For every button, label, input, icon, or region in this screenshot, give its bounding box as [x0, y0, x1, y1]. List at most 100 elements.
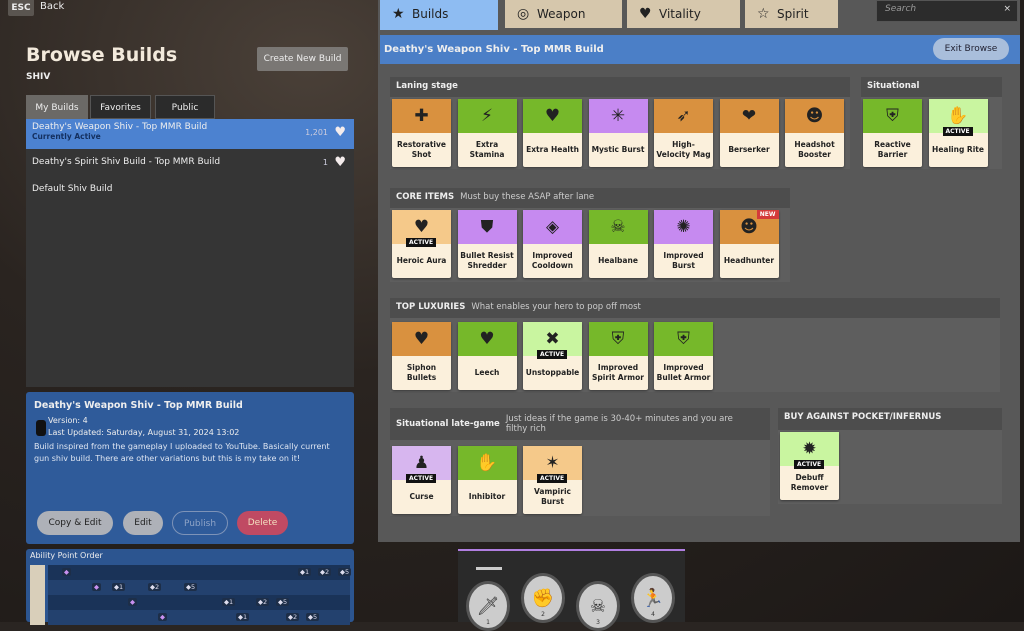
group-header: Situational — [861, 77, 1002, 97]
item-card[interactable]: ♟ ACTIVE Curse — [392, 446, 451, 514]
item-name: Unstoppable — [525, 368, 580, 377]
item-card[interactable]: ☠ Healbane — [588, 210, 648, 278]
item-name: Leech — [474, 368, 500, 377]
active-badge: ACTIVE — [406, 474, 437, 483]
spirit-icon: ☆ — [757, 6, 770, 22]
tab-label: Spirit — [777, 7, 809, 21]
ability-track: ◆ ◆1 ◆2 ◆5 — [48, 595, 350, 610]
exit-browse-button[interactable]: Exit Browse — [933, 38, 1009, 60]
build-item[interactable]: Deathy's Spirit Shiv Build - Top MMR Bui… — [26, 149, 354, 176]
copy-edit-button[interactable]: Copy & Edit — [37, 511, 113, 535]
active-badge: ACTIVE — [537, 474, 568, 483]
ability-track: ◆ ◆1 ◆2 ◆5 — [48, 580, 350, 595]
item-card[interactable]: ⛨ Reactive Barrier — [863, 99, 922, 167]
back-button[interactable]: Back — [40, 1, 64, 12]
item-name: Improved Cooldown — [531, 251, 574, 270]
tab-vitality[interactable]: ♥ Vitality — [627, 0, 740, 28]
ability-icon — [30, 565, 45, 580]
ability-point-marker: ◆2 — [286, 613, 300, 621]
item-card[interactable]: ✚ Restorative Shot — [392, 99, 451, 167]
build-item[interactable]: Default Shiv Build — [26, 176, 354, 203]
ability-point-marker: ◆1 — [298, 568, 312, 576]
ability-point-order: Ability Point Order ◆ ◆1 ◆2 ◆5 ◆ ◆1 ◆2 ◆5 ◆ ◆1 ◆2 ◆… — [26, 549, 354, 625]
ability-point-marker: ◆ — [158, 613, 167, 621]
active-badge: ACTIVE — [942, 127, 973, 136]
item-name: Extra Health — [526, 145, 579, 154]
group-header: Situational late-game Just ideas if the g… — [390, 408, 770, 440]
item-card[interactable]: ✹ ACTIVE Debuff Remover — [780, 432, 839, 500]
ability-level: 1 — [486, 619, 490, 626]
ability-point-marker: ◆ — [62, 568, 71, 576]
tab-favorites[interactable]: Favorites — [90, 95, 151, 119]
clear-search-icon[interactable]: × — [1003, 4, 1011, 14]
item-name: Improved Bullet Armor — [656, 363, 711, 382]
build-title: Deathy's Weapon Shiv - Top MMR Build — [380, 35, 1020, 64]
item-name: Extra Stamina — [469, 140, 505, 159]
item-card[interactable]: ♥ Siphon Bullets — [392, 322, 451, 390]
esc-key[interactable]: ESC — [8, 0, 34, 16]
search-input[interactable]: Search × — [876, 0, 1018, 22]
item-name: Inhibitor — [468, 492, 506, 501]
group-title: Situational late-game — [396, 419, 500, 429]
tab-label: Builds — [412, 7, 449, 21]
ability-row: ◆ ◆1 ◆2 ◆5 — [30, 595, 350, 610]
item-card[interactable]: ✖ ACTIVE Unstoppable — [523, 322, 582, 390]
item-card[interactable]: ✳ Mystic Burst — [588, 99, 648, 167]
tab-public[interactable]: Public — [155, 95, 215, 119]
item-card[interactable]: ♥ ACTIVE Heroic Aura — [392, 210, 451, 278]
tab-my-builds[interactable]: My Builds — [26, 95, 88, 119]
item-icon: ⛨ — [654, 322, 713, 356]
weapon-icon: ◎ — [517, 6, 530, 22]
ability-slot[interactable]: 🗡 1 — [466, 581, 510, 631]
publish-button[interactable]: Publish — [172, 511, 228, 535]
item-name: Reactive Barrier — [874, 140, 911, 159]
ability-slot[interactable]: 🏃 4 — [631, 573, 675, 623]
item-icon: ☻ — [785, 99, 844, 133]
heart-icon[interactable]: ♥ — [334, 125, 346, 140]
item-group: Laning stage ✚ Restorative Shot ⚡ Extra … — [390, 77, 850, 169]
build-name: Deathy's Spirit Shiv Build - Top MMR Bui… — [32, 157, 221, 167]
item-card[interactable]: ❤ Berserker — [719, 99, 779, 167]
item-icon: ✺ — [654, 210, 713, 244]
item-card[interactable]: ◈ Improved Cooldown — [523, 210, 582, 278]
item-card[interactable]: ✋ ACTIVE Healing Rite — [928, 99, 988, 167]
item-card[interactable]: ✺ Improved Burst — [654, 210, 713, 278]
ability-slot[interactable]: ✊ 2 — [521, 573, 565, 623]
heart-icon[interactable]: ♥ — [334, 155, 346, 170]
group-header: Laning stage — [390, 77, 850, 97]
item-card[interactable]: ✶ ACTIVE Vampiric Burst — [523, 446, 582, 514]
item-card[interactable]: ☻ Headshot Booster — [785, 99, 844, 167]
group-header: BUY AGAINST POCKET/INFERNUS — [778, 408, 1002, 430]
item-card[interactable]: ✋ Inhibitor — [457, 446, 517, 514]
item-card[interactable]: ⚡ Extra Stamina — [457, 99, 517, 167]
delete-button[interactable]: Delete — [237, 511, 288, 535]
group-title: BUY AGAINST POCKET/INFERNUS — [784, 412, 942, 422]
ability-icon — [30, 580, 45, 595]
build-item[interactable]: Deathy's Weapon Shiv - Top MMR Build Cur… — [26, 119, 354, 149]
ability-point-marker: ◆5 — [184, 583, 198, 591]
item-card[interactable]: ♥ Leech — [457, 322, 517, 390]
item-icon: ♥ — [457, 322, 517, 356]
tab-builds[interactable]: ★ Builds — [380, 0, 498, 30]
ability-slot[interactable]: ☠ 3 — [576, 581, 620, 631]
item-card[interactable]: ⛨ Improved Bullet Armor — [654, 322, 713, 390]
item-icon: ⛨ — [588, 322, 648, 356]
edit-button[interactable]: Edit — [123, 511, 163, 535]
item-card[interactable]: ⛨ Improved Spirit Armor — [588, 322, 648, 390]
item-card[interactable]: ⛊ Bullet Resist Shredder — [457, 210, 517, 278]
charge-indicator — [476, 567, 502, 570]
item-name: Curse — [409, 492, 434, 501]
ability-point-marker: ◆1 — [112, 583, 126, 591]
group-header: CORE ITEMS Must buy these ASAP after lane — [390, 188, 790, 208]
ability-point-marker: ◆5 — [338, 568, 352, 576]
item-name: Heroic Aura — [396, 256, 447, 265]
item-card[interactable]: ☻ NEW Headhunter — [719, 210, 779, 278]
tab-weapon[interactable]: ◎ Weapon — [505, 0, 622, 28]
item-card[interactable]: ➶ High-Velocity Mag — [654, 99, 713, 167]
ability-icon: ☠ — [589, 595, 607, 617]
tab-label: Vitality — [659, 7, 701, 21]
create-new-build-button[interactable]: Create New Build — [257, 47, 348, 71]
item-icon: ⚡ — [457, 99, 517, 133]
tab-spirit[interactable]: ☆ Spirit — [745, 0, 838, 28]
item-card[interactable]: ♥ Extra Health — [523, 99, 582, 167]
